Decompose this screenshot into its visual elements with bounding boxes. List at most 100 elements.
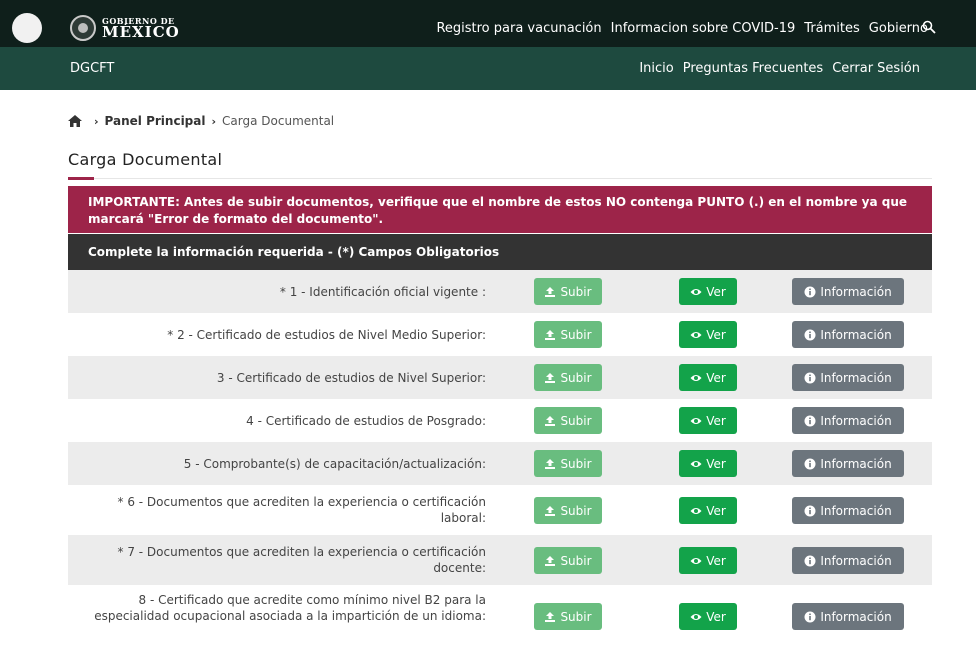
chevron-right-icon: › [211, 114, 217, 128]
view-button-label: Ver [706, 456, 726, 471]
info-button[interactable]: Información [792, 407, 904, 434]
title-accent-bar [68, 177, 94, 180]
info-button-label: Información [820, 609, 892, 624]
info-icon [804, 505, 816, 517]
title-divider [68, 178, 932, 179]
upload-icon [544, 415, 556, 427]
view-button-label: Ver [706, 284, 726, 299]
form-header: Complete la información requerida - (*) … [68, 234, 932, 270]
document-label: 4 - Certificado de estudios de Posgrado: [246, 414, 486, 428]
info-icon [804, 611, 816, 623]
view-button[interactable]: Ver [679, 603, 737, 630]
upload-button[interactable]: Subir [534, 497, 602, 524]
view-button[interactable]: Ver [679, 321, 737, 348]
upload-button[interactable]: Subir [534, 547, 602, 574]
view-button[interactable]: Ver [679, 407, 737, 434]
link-inicio[interactable]: Inicio [639, 61, 673, 76]
info-icon [804, 329, 816, 341]
info-button-label: Información [820, 370, 892, 385]
document-label: 3 - Certificado de estudios de Nivel Sup… [216, 371, 486, 385]
info-icon [804, 286, 816, 298]
info-button[interactable]: Información [792, 603, 904, 630]
view-button-label: Ver [706, 503, 726, 518]
view-button[interactable]: Ver [679, 278, 737, 305]
document-row: * 1 - Identificación oficial vigente : Su… [68, 270, 932, 313]
link-preguntas-frecuentes[interactable]: Preguntas Frecuentes [683, 61, 823, 76]
view-button[interactable]: Ver [679, 497, 737, 524]
document-label: 8 - Certificado que acredite como mínimo… [94, 593, 486, 623]
eye-icon [690, 286, 702, 298]
upload-icon [544, 458, 556, 470]
gobierno-logo[interactable]: GOBIERNO DE MÉXICO [70, 12, 180, 44]
eye-icon [690, 611, 702, 623]
home-icon[interactable] [68, 115, 82, 127]
breadcrumb: › Panel Principal › Carga Documental [68, 114, 334, 128]
link-gobierno[interactable]: Gobierno [869, 21, 928, 36]
document-row: * 2 - Certificado de estudios de Nivel M… [68, 313, 932, 356]
upload-button[interactable]: Subir [534, 364, 602, 391]
info-button[interactable]: Información [792, 547, 904, 574]
eye-icon [690, 555, 702, 567]
document-label: * 2 - Certificado de estudios de Nivel M… [167, 328, 486, 342]
info-button-label: Información [820, 284, 892, 299]
view-button[interactable]: Ver [679, 547, 737, 574]
link-info-covid[interactable]: Informacion sobre COVID-19 [611, 21, 796, 36]
site-title: DGCFT [70, 61, 115, 76]
view-button-label: Ver [706, 370, 726, 385]
link-cerrar-sesion[interactable]: Cerrar Sesión [832, 61, 920, 76]
upload-icon [544, 611, 556, 623]
info-icon [804, 555, 816, 567]
info-button[interactable]: Información [792, 321, 904, 348]
upload-button-label: Subir [560, 413, 592, 428]
info-button-label: Información [820, 327, 892, 342]
upload-button[interactable]: Subir [534, 407, 602, 434]
avatar[interactable] [12, 13, 42, 43]
upload-button-label: Subir [560, 327, 592, 342]
upload-button-label: Subir [560, 609, 592, 624]
top-nav: Registro para vacunación Informacion sob… [436, 21, 928, 36]
info-button[interactable]: Información [792, 450, 904, 477]
view-button-label: Ver [706, 413, 726, 428]
breadcrumb-current: Carga Documental [222, 114, 335, 128]
upload-button[interactable]: Subir [534, 321, 602, 348]
link-tramites[interactable]: Trámites [804, 21, 860, 36]
info-icon [804, 458, 816, 470]
info-button-label: Información [820, 503, 892, 518]
eye-icon [690, 329, 702, 341]
info-icon [804, 372, 816, 384]
info-button[interactable]: Información [792, 497, 904, 524]
secondary-nav: DGCFT Inicio Preguntas Frecuentes Cerrar… [0, 47, 976, 90]
eye-icon [690, 505, 702, 517]
eye-icon [690, 415, 702, 427]
info-button[interactable]: Información [792, 364, 904, 391]
document-label: * 7 - Documentos que acrediten la experi… [117, 545, 487, 575]
view-button-label: Ver [706, 553, 726, 568]
view-button[interactable]: Ver [679, 450, 737, 477]
view-button-label: Ver [706, 327, 726, 342]
page-title: Carga Documental [68, 150, 223, 169]
document-list: * 1 - Identificación oficial vigente : Su… [68, 270, 932, 647]
view-button[interactable]: Ver [679, 364, 737, 391]
link-registro-vacunacion[interactable]: Registro para vacunación [436, 21, 601, 36]
upload-button-label: Subir [560, 370, 592, 385]
document-row: * 7 - Documentos que acrediten la experi… [68, 535, 932, 585]
chevron-right-icon: › [94, 114, 99, 128]
upload-button-label: Subir [560, 503, 592, 518]
eye-icon [690, 458, 702, 470]
upload-button[interactable]: Subir [534, 278, 602, 305]
breadcrumb-panel-principal[interactable]: Panel Principal [105, 114, 206, 128]
upload-button[interactable]: Subir [534, 450, 602, 477]
info-button[interactable]: Información [792, 278, 904, 305]
upload-icon [544, 505, 556, 517]
upload-button[interactable]: Subir [534, 603, 602, 630]
search-icon[interactable] [922, 20, 936, 34]
eye-icon [690, 372, 702, 384]
important-alert: IMPORTANTE: Antes de subir documentos, v… [68, 186, 932, 233]
document-row: 3 - Certificado de estudios de Nivel Sup… [68, 356, 932, 399]
document-row: * 6 - Documentos que acrediten la experi… [68, 485, 932, 535]
logo-big-text: MÉXICO [102, 22, 180, 41]
info-button-label: Información [820, 413, 892, 428]
document-row: 4 - Certificado de estudios de Posgrado:… [68, 399, 932, 442]
upload-icon [544, 555, 556, 567]
document-row: 8 - Certificado que acredite como mínimo… [68, 585, 932, 647]
